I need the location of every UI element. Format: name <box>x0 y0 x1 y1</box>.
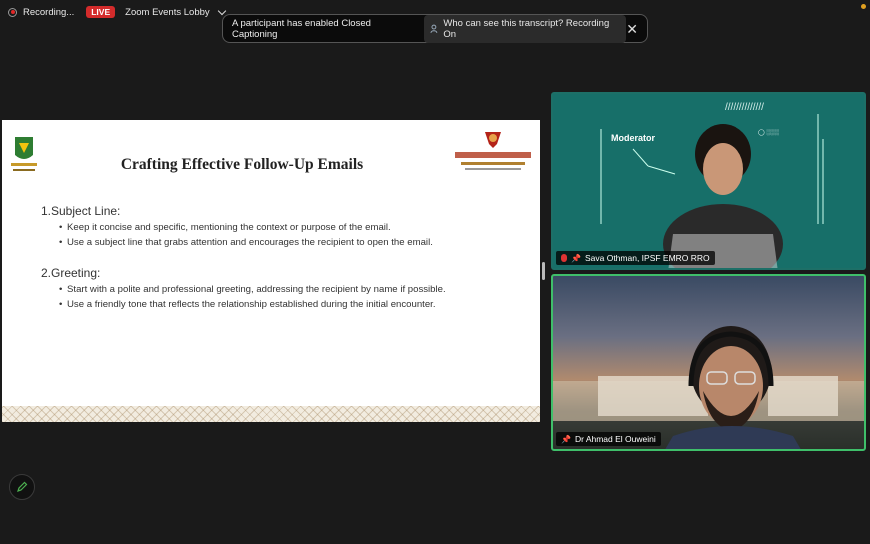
moderator-label: Moderator <box>611 133 656 143</box>
bullet-item: Use a subject line that grabs attention … <box>59 236 446 251</box>
muted-mic-icon <box>561 254 567 262</box>
notification-dot <box>861 4 866 9</box>
resize-handle[interactable] <box>542 262 545 280</box>
live-badge: LIVE <box>86 6 116 18</box>
lobby-dropdown[interactable]: Zoom Events Lobby <box>125 6 226 18</box>
caption-message: A participant has enabled Closed Caption… <box>232 17 371 40</box>
section-subject-line: 1.Subject Line: Keep it concise and spec… <box>41 204 446 250</box>
recording-label[interactable]: Recording... <box>23 7 74 18</box>
bullet-item: Keep it concise and specific, mentioning… <box>59 221 446 236</box>
transcript-info-label: Who can see this transcript? Recording O… <box>443 17 610 40</box>
participant-name: Dr Ahmad El Ouweini <box>574 434 656 444</box>
bullet-item: Use a friendly tone that reflects the re… <box>59 298 446 313</box>
transcript-info-button[interactable]: Who can see this transcript? Recording O… <box>423 14 627 43</box>
chevron-down-icon <box>217 6 226 15</box>
slide-title: Crafting Effective Follow-Up Emails <box>120 156 364 173</box>
speaker-background <box>553 326 864 449</box>
slide-body: 1.Subject Line: Keep it concise and spec… <box>41 204 446 312</box>
participant-name: Sava Othman, IPSF EMRO RRO <box>584 253 710 263</box>
pencil-icon <box>17 481 28 492</box>
annotate-button[interactable] <box>9 474 35 500</box>
svg-text://////////////: ////////////// <box>725 102 764 113</box>
svg-text:◯ ░░░: ◯ ░░░ <box>758 129 780 136</box>
section-greeting: 2.Greeting: Start with a polite and prof… <box>41 266 446 312</box>
top-bar: Recording... LIVE Zoom Events Lobby <box>8 5 226 19</box>
pin-icon: 📌 <box>561 434 571 444</box>
video-tile-moderator[interactable]: ////////////// Moderator ◯ ░░░ 📌 Sava Ot… <box>551 92 866 270</box>
video-tile-speaker[interactable]: 📌 Dr Ahmad El Ouweini <box>551 274 866 451</box>
section-heading: 1.Subject Line: <box>41 204 121 218</box>
participant-name-tag: 📌 Dr Ahmad El Ouweini <box>556 432 661 446</box>
shared-slide: Crafting Effective Follow-Up Emails 1.Su… <box>2 120 540 422</box>
section-heading: 2.Greeting: <box>41 266 101 280</box>
bullet-item: Start with a polite and professional gre… <box>59 283 446 298</box>
close-icon[interactable]: ✕ <box>626 22 638 36</box>
slide-footer-pattern <box>2 406 540 422</box>
caption-notification: A participant has enabled Closed Caption… <box>222 14 648 43</box>
pin-icon: 📌 <box>571 253 581 263</box>
moderator-background: ////////////// Moderator ◯ ░░░ <box>600 102 824 268</box>
recording-icon <box>8 7 17 17</box>
lobby-label: Zoom Events Lobby <box>125 6 210 18</box>
people-icon <box>430 24 437 33</box>
participant-name-tag: 📌 Sava Othman, IPSF EMRO RRO <box>556 251 715 265</box>
